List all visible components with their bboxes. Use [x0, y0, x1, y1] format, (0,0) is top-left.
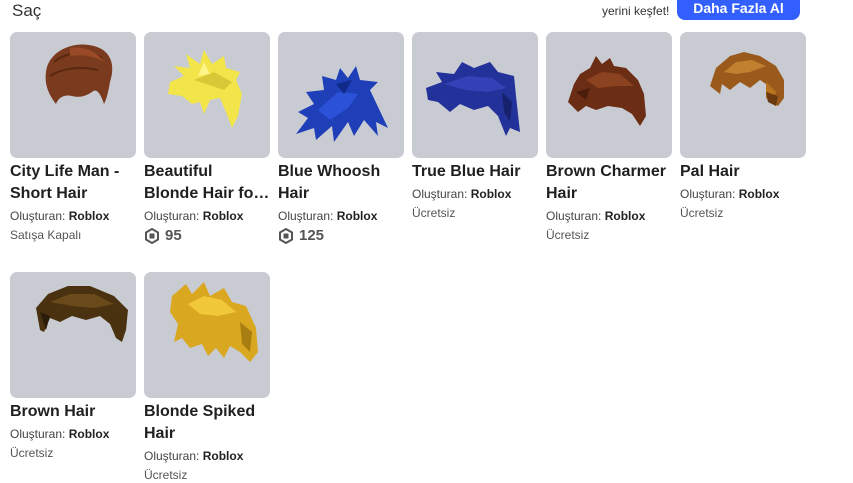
creator-prefix: Oluşturan:	[10, 427, 66, 441]
creator-link[interactable]: Roblox	[203, 209, 244, 223]
section-title: Saç	[12, 1, 42, 20]
creator-prefix: Oluşturan:	[144, 209, 200, 223]
item-creator: Oluşturan: Roblox	[412, 186, 538, 202]
item-name[interactable]: Blue Whoosh Hair	[278, 161, 404, 205]
item-status: Ücretsiz	[546, 228, 590, 242]
creator-link[interactable]: Roblox	[739, 187, 780, 201]
creator-prefix: Oluşturan:	[680, 187, 736, 201]
creator-link[interactable]: Roblox	[337, 209, 378, 223]
item-creator: Oluşturan: Roblox	[546, 208, 672, 224]
creator-prefix: Oluşturan:	[144, 449, 200, 463]
item-name[interactable]: Blonde Spiked Hair	[144, 401, 270, 445]
item-creator: Oluşturan: Roblox	[680, 186, 806, 202]
item-name[interactable]: True Blue Hair	[412, 161, 538, 183]
item-thumbnail[interactable]	[10, 272, 136, 398]
item-name[interactable]: Brown Charmer Hair	[546, 161, 672, 205]
promo-text: yerini keşfet!	[602, 4, 670, 18]
creator-prefix: Oluşturan:	[10, 209, 66, 223]
creator-link[interactable]: Roblox	[471, 187, 512, 201]
item-price: 125	[278, 226, 404, 246]
city-life-man-hair-image	[45, 44, 113, 104]
robux-icon	[279, 228, 293, 244]
item-creator: Oluşturan: Roblox	[144, 448, 270, 464]
creator-prefix: Oluşturan:	[278, 209, 334, 223]
item-status: Ücretsiz	[10, 446, 54, 460]
creator-prefix: Oluşturan:	[546, 209, 602, 223]
blonde-spiked-hair-image	[170, 282, 258, 362]
brown-charmer-hair-image	[568, 56, 646, 126]
item-creator: Oluşturan: Roblox	[10, 426, 136, 442]
blonde-hair-image	[168, 50, 242, 128]
creator-link[interactable]: Roblox	[69, 209, 110, 223]
item-name[interactable]: Brown Hair	[10, 401, 136, 423]
item-creator: Oluşturan: Roblox	[10, 208, 136, 224]
item-card[interactable]: Pal Hair Oluşturan: Roblox Ücretsiz	[680, 32, 806, 221]
item-card[interactable]: Brown Charmer Hair Oluşturan: Roblox Ücr…	[546, 32, 672, 243]
price-value: 125	[299, 227, 325, 244]
blue-whoosh-hair-image	[296, 66, 388, 142]
creator-link[interactable]: Roblox	[203, 449, 244, 463]
creator-link[interactable]: Roblox	[605, 209, 646, 223]
brown-hair-image	[36, 286, 128, 342]
item-status: Ücretsiz	[680, 206, 724, 220]
creator-prefix: Oluşturan:	[412, 187, 468, 201]
item-status: Satışa Kapalı	[10, 228, 82, 242]
item-card[interactable]: City Life Man - Short Hair Oluşturan: Ro…	[10, 32, 136, 243]
item-card[interactable]: Blue Whoosh Hair Oluşturan: Roblox 125	[278, 32, 404, 246]
item-thumbnail[interactable]	[412, 32, 538, 158]
item-status: Ücretsiz	[144, 468, 188, 482]
item-creator: Oluşturan: Roblox	[278, 208, 404, 224]
item-name[interactable]: Beautiful Blonde Hair fo…	[144, 161, 270, 205]
item-thumbnail[interactable]	[10, 32, 136, 158]
item-card[interactable]: True Blue Hair Oluşturan: Roblox Ücretsi…	[412, 32, 538, 221]
item-thumbnail[interactable]	[144, 272, 270, 398]
item-thumbnail[interactable]	[278, 32, 404, 158]
item-thumbnail[interactable]	[680, 32, 806, 158]
robux-icon	[145, 228, 159, 244]
item-card[interactable]: Brown Hair Oluşturan: Roblox Ücretsiz	[10, 272, 136, 461]
item-creator: Oluşturan: Roblox	[144, 208, 270, 224]
true-blue-hair-image	[426, 62, 520, 136]
item-status: Ücretsiz	[412, 206, 456, 220]
item-card[interactable]: Blonde Spiked Hair Oluşturan: Roblox Ücr…	[144, 272, 270, 483]
item-thumbnail[interactable]	[144, 32, 270, 158]
item-price: 95	[144, 226, 270, 246]
price-value: 95	[165, 227, 182, 244]
item-card[interactable]: Beautiful Blonde Hair fo… Oluşturan: Rob…	[144, 32, 270, 246]
item-name[interactable]: Pal Hair	[680, 161, 806, 183]
get-more-button[interactable]: Daha Fazla Al	[677, 0, 800, 20]
creator-link[interactable]: Roblox	[69, 427, 110, 441]
pal-hair-image	[710, 52, 784, 106]
item-thumbnail[interactable]	[546, 32, 672, 158]
item-name[interactable]: City Life Man - Short Hair	[10, 161, 136, 205]
